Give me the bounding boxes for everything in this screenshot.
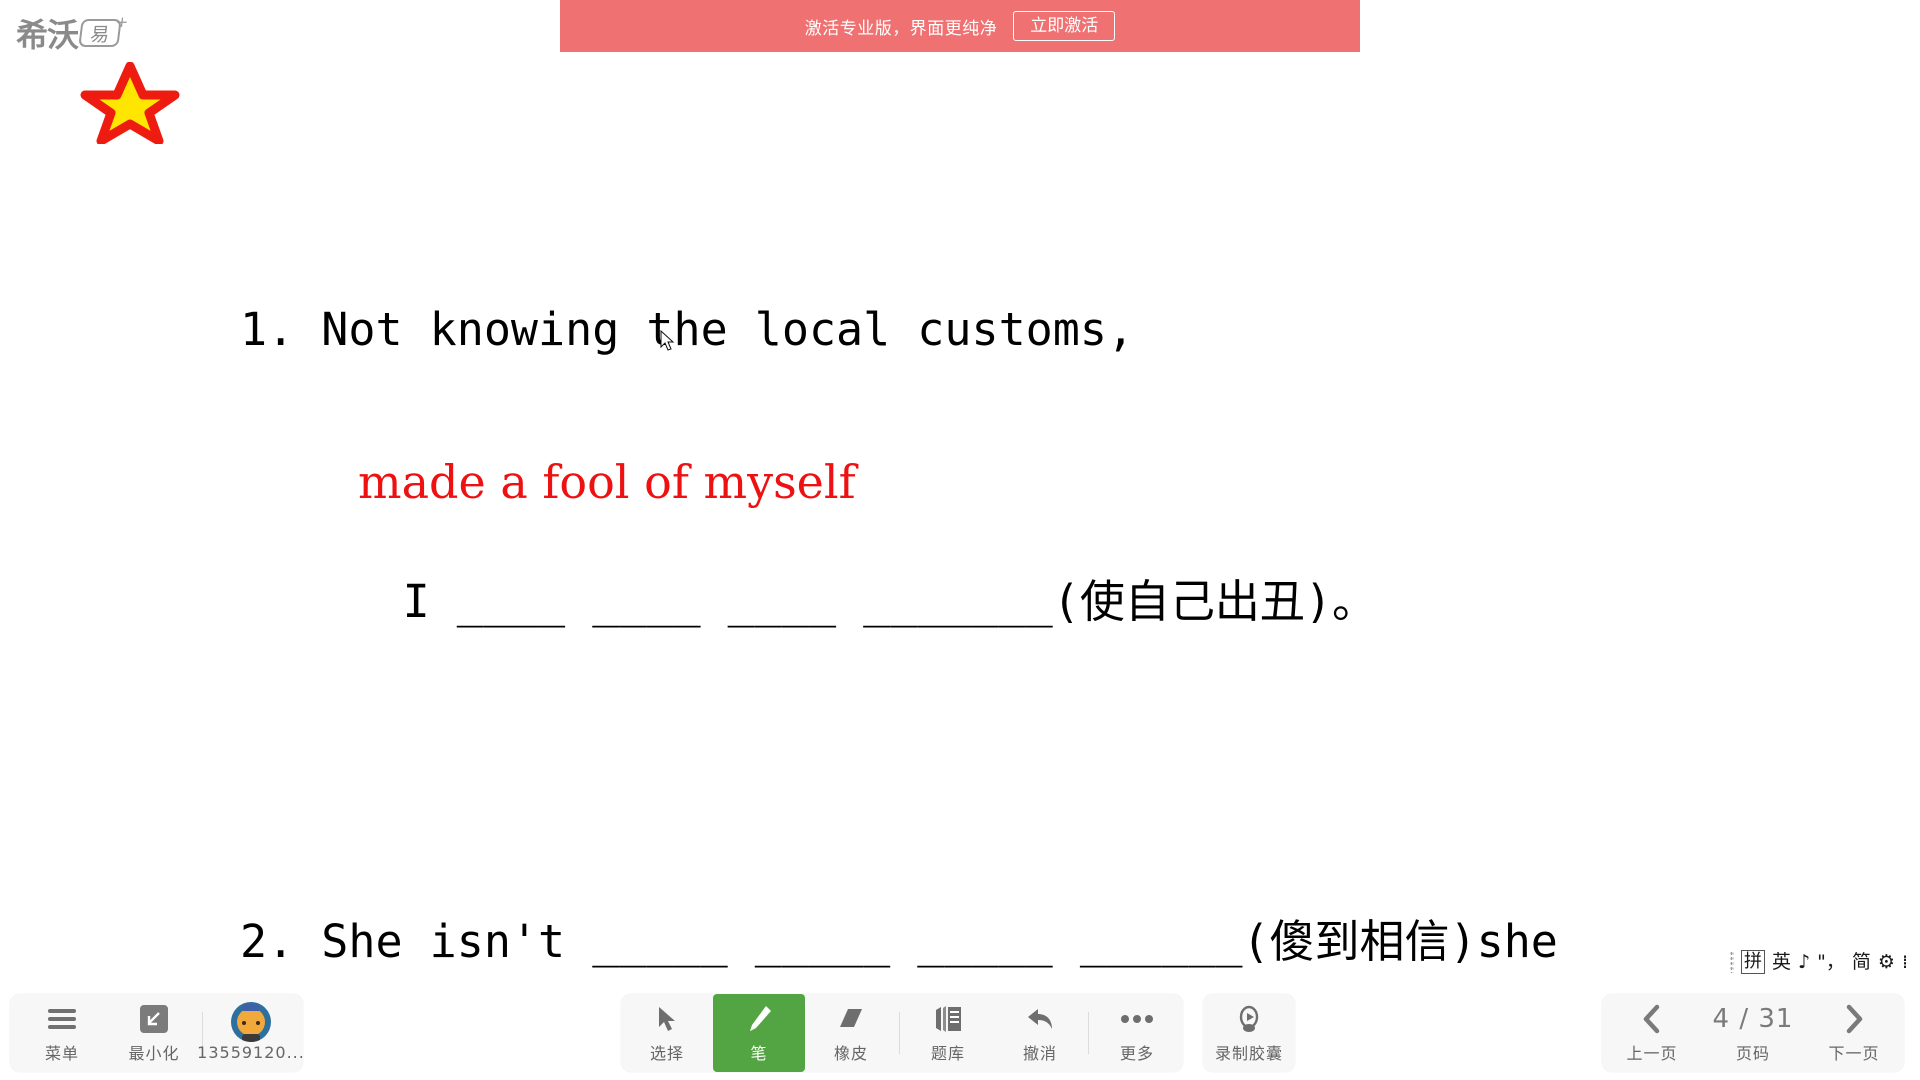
slide-text-content: 1. Not knowing the local customs, I ____… bbox=[240, 160, 1800, 1080]
slide-line-3: 2. She isn't _____ _____ _____ ______(傻到… bbox=[240, 915, 1558, 968]
brand-badge-text: 易 bbox=[88, 23, 111, 46]
next-page-label: 下一页 bbox=[1828, 1044, 1880, 1063]
prev-page-label: 上一页 bbox=[1626, 1044, 1678, 1063]
record-capsule-button[interactable]: 录制胶囊 bbox=[1203, 994, 1295, 1072]
chevron-right-icon bbox=[1843, 1002, 1865, 1036]
mouse-cursor-icon bbox=[660, 330, 675, 351]
record-capsule-label: 录制胶囊 bbox=[1214, 1044, 1283, 1063]
minimize-label: 最小化 bbox=[128, 1044, 180, 1063]
question-bank-button[interactable]: 题库 bbox=[902, 994, 994, 1072]
pen-tool-label: 笔 bbox=[750, 1044, 768, 1063]
slide-line-2: I ____ ____ ____ _______(使自己出丑)。 made a … bbox=[240, 455, 1800, 772]
record-toolbar: 录制胶囊 bbox=[1203, 994, 1295, 1072]
minimize-button[interactable]: 最小化 bbox=[108, 994, 200, 1072]
ime-punctuation-icon[interactable]: "， bbox=[1817, 951, 1845, 973]
ime-sound-icon[interactable]: ♪ bbox=[1798, 951, 1810, 973]
ime-expand-chevron-icon[interactable]: ⁞ bbox=[1902, 951, 1908, 973]
center-toolbar-divider-2 bbox=[1088, 1012, 1089, 1054]
slide-line-2-text: I ____ ____ ____ _______(使自己出丑)。 bbox=[402, 575, 1377, 628]
record-capsule-icon bbox=[1234, 1002, 1264, 1036]
ime-mode-pinyin-icon[interactable]: 拼 bbox=[1740, 950, 1765, 974]
minimize-icon bbox=[139, 1002, 169, 1036]
user-avatar bbox=[231, 1001, 271, 1042]
select-tool-button[interactable]: 选择 bbox=[621, 994, 713, 1072]
more-label: 更多 bbox=[1119, 1044, 1154, 1063]
cursor-arrow-icon bbox=[656, 1002, 678, 1036]
page-indicator-label: 页码 bbox=[1735, 1044, 1770, 1063]
app-root: 希沃 易 + 激活专业版，界面更纯净 立即激活 1. Not knowing t… bbox=[0, 0, 1920, 1080]
menu-button[interactable]: 菜单 bbox=[16, 994, 108, 1072]
handwritten-answer: made a fool of myself bbox=[358, 455, 856, 509]
menu-label: 菜单 bbox=[44, 1044, 79, 1063]
undo-label: 撤消 bbox=[1022, 1044, 1057, 1063]
hamburger-menu-icon bbox=[47, 1002, 77, 1036]
question-bank-label: 题库 bbox=[930, 1044, 965, 1063]
left-toolbar: 菜单 最小化 13559120... bbox=[10, 994, 304, 1072]
ime-settings-gear-icon[interactable]: ⚙ bbox=[1878, 951, 1895, 973]
account-button[interactable]: 13559120... bbox=[197, 994, 304, 1072]
question-bank-icon bbox=[933, 1002, 963, 1036]
next-page-button[interactable]: 下一页 bbox=[1808, 994, 1900, 1072]
eraser-tool-label: 橡皮 bbox=[833, 1044, 868, 1063]
brand-logo: 希沃 易 + bbox=[16, 10, 129, 56]
pen-icon bbox=[745, 1002, 773, 1036]
ellipsis-icon bbox=[1120, 1002, 1154, 1036]
chevron-left-icon bbox=[1641, 1002, 1663, 1036]
select-tool-label: 选择 bbox=[649, 1044, 684, 1063]
ime-simplified-toggle[interactable]: 简 bbox=[1852, 951, 1871, 973]
activate-now-button[interactable]: 立即激活 bbox=[1013, 11, 1116, 41]
promo-message: 激活专业版，界面更纯净 bbox=[804, 18, 998, 39]
pen-tool-button[interactable]: 笔 bbox=[713, 994, 805, 1072]
slide-line-1: 1. Not knowing the local customs, bbox=[240, 303, 1135, 356]
undo-button[interactable]: 撤消 bbox=[994, 994, 1086, 1072]
more-button[interactable]: 更多 bbox=[1091, 994, 1183, 1072]
eraser-tool-button[interactable]: 橡皮 bbox=[805, 994, 897, 1072]
star-sticker bbox=[80, 61, 180, 146]
page-indicator[interactable]: 4 / 31 页码 bbox=[1698, 994, 1808, 1072]
undo-arrow-icon bbox=[1025, 1002, 1055, 1036]
ime-toolbar[interactable]: 拼 英 ♪ "， 简 ⚙ ⁞ bbox=[1729, 950, 1908, 974]
ime-language-toggle[interactable]: 英 bbox=[1772, 951, 1791, 973]
prev-page-button[interactable]: 上一页 bbox=[1606, 994, 1698, 1072]
star-icon bbox=[80, 61, 180, 146]
brand-badge: 易 + bbox=[78, 13, 129, 47]
account-label: 13559120... bbox=[197, 1042, 305, 1062]
brand-plus-icon: + bbox=[114, 13, 130, 31]
center-toolbar-divider-1 bbox=[899, 1012, 900, 1054]
brand-name: 希沃 bbox=[16, 16, 79, 54]
page-number-display: 4 / 31 bbox=[1712, 1004, 1794, 1034]
pager-toolbar: 上一页 4 / 31 页码 下一页 bbox=[1602, 994, 1904, 1072]
promo-banner: 激活专业版，界面更纯净 立即激活 bbox=[560, 0, 1360, 52]
center-toolbar: 选择 笔 橡皮 题库 撤消 更多 bbox=[621, 994, 1183, 1072]
eraser-icon bbox=[836, 1002, 866, 1036]
ime-drag-handle[interactable] bbox=[1729, 951, 1734, 973]
